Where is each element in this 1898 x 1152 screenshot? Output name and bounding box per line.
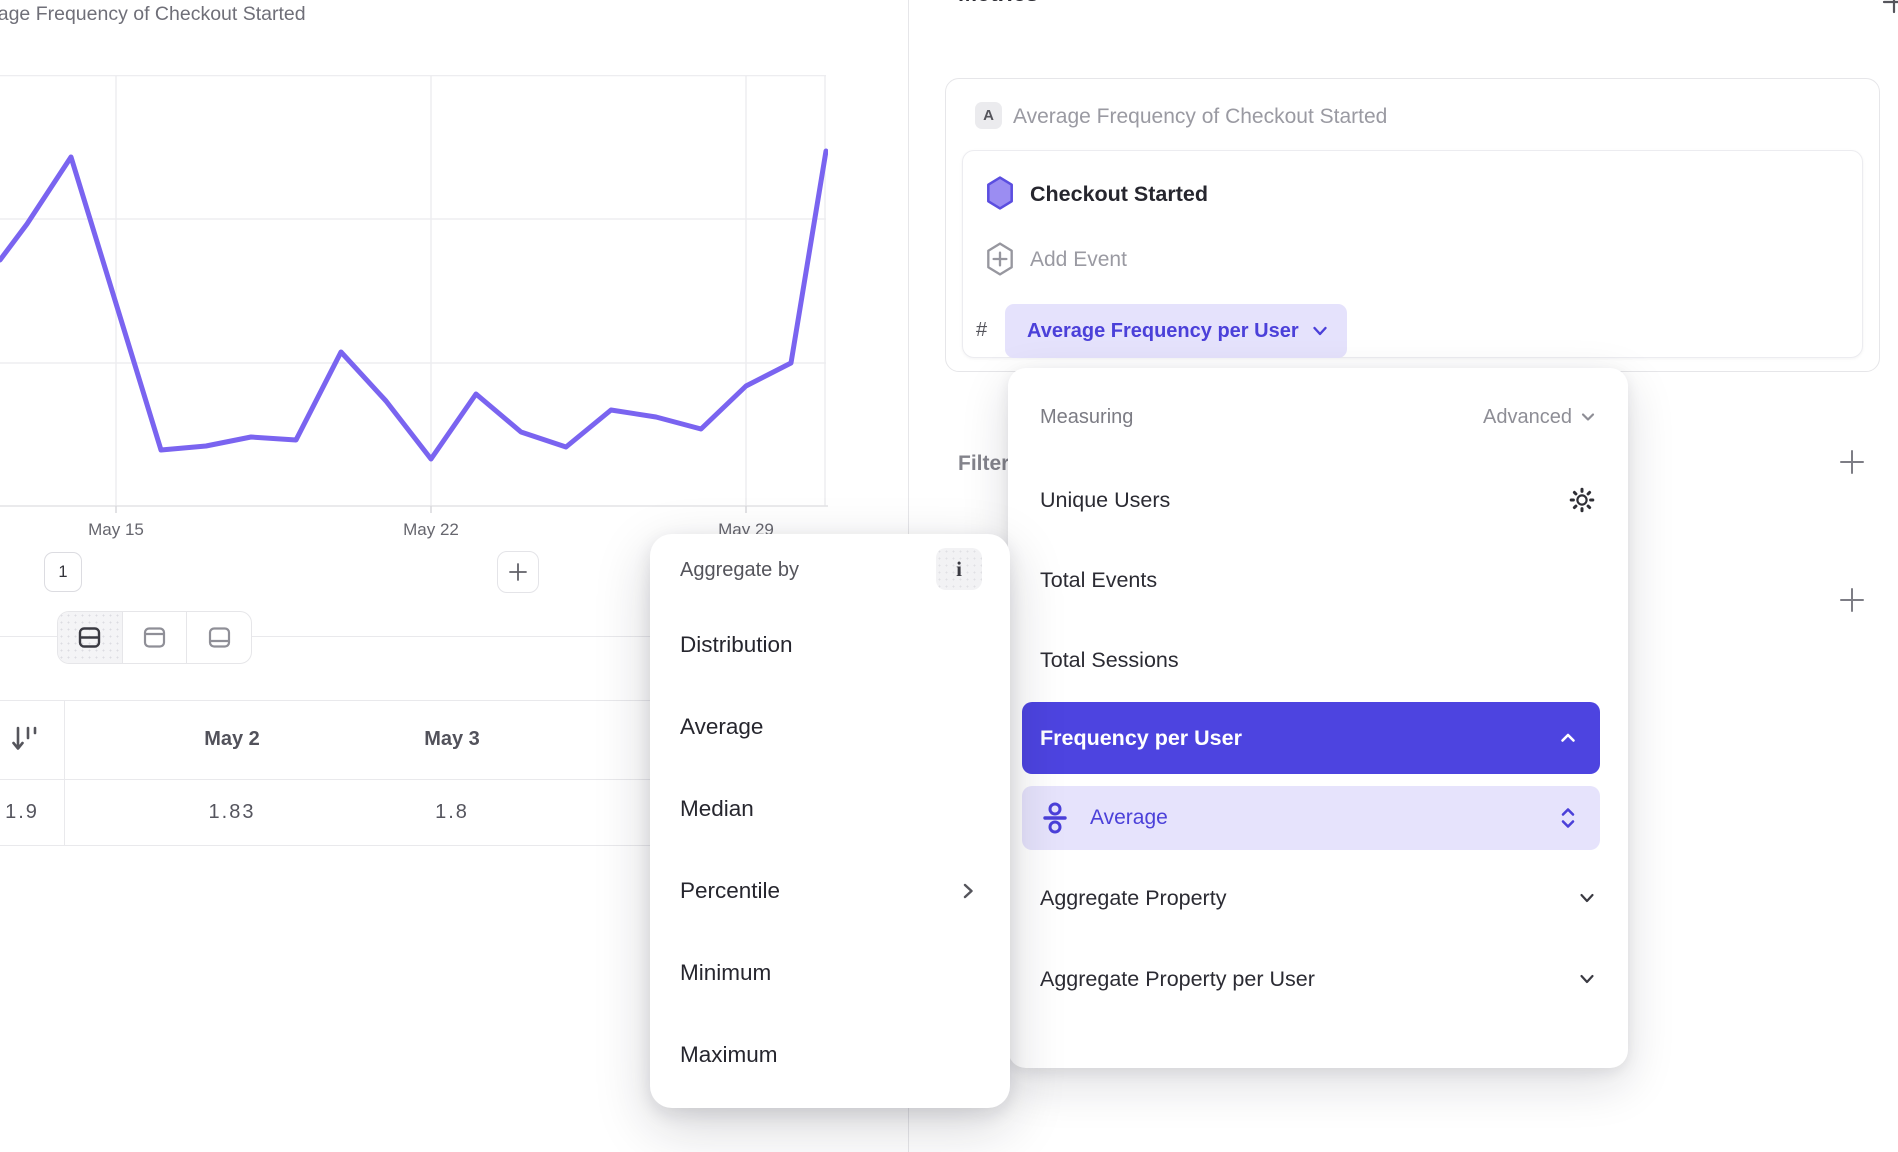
up-down-selector-icon xyxy=(1558,806,1578,830)
measuring-menu-header: Measuring Advanced xyxy=(1040,396,1596,438)
plus-icon xyxy=(1837,585,1867,615)
metric-name-field[interactable]: Average Frequency of Checkout Started xyxy=(1013,103,1387,130)
table-cell: 1.8 xyxy=(435,799,469,825)
aggregate-by-title: Aggregate by xyxy=(680,556,799,584)
chart-data-line xyxy=(0,151,826,459)
chevron-down-icon xyxy=(1311,324,1329,338)
chevron-right-icon xyxy=(961,881,975,901)
event-name[interactable]: Checkout Started xyxy=(1030,180,1208,208)
view-toggle xyxy=(57,611,252,664)
chart-title-clip: Average Frequency of Checkout Started xyxy=(0,0,740,32)
table-header-may2[interactable]: May 2 xyxy=(204,726,260,752)
add-breakdown-button[interactable] xyxy=(1836,584,1868,616)
table-cell: 1.83 xyxy=(209,799,256,825)
measuring-mode-label: Advanced xyxy=(1483,406,1572,429)
line-chart xyxy=(0,75,828,515)
info-button[interactable]: i xyxy=(936,548,982,590)
measuring-mode-selector[interactable]: Advanced xyxy=(1483,406,1596,429)
aggregate-option-distribution[interactable]: Distribution xyxy=(680,624,975,666)
menu-item-total-sessions[interactable]: Total Sessions xyxy=(1040,639,1596,681)
x-axis-label: May 15 xyxy=(88,518,144,542)
menu-item-average-sub-option[interactable]: Average xyxy=(1022,786,1600,850)
aggregate-option-minimum[interactable]: Minimum xyxy=(680,952,975,994)
add-event-icon[interactable] xyxy=(985,242,1015,276)
menu-item-total-events[interactable]: Total Events xyxy=(1040,559,1596,601)
plus-icon xyxy=(1880,0,1898,16)
plus-icon xyxy=(507,561,529,583)
table-header-may3[interactable]: May 3 xyxy=(424,726,480,752)
event-hexagon-icon xyxy=(985,176,1015,210)
table-cell: 1.9 xyxy=(5,799,39,825)
menu-item-aggregate-property[interactable]: Aggregate Property xyxy=(1040,877,1596,919)
top-panel-icon xyxy=(141,624,168,651)
view-toggle-top-panel[interactable] xyxy=(122,612,187,663)
table-col-divider xyxy=(64,700,65,845)
menu-item-aggregate-property-per-user[interactable]: Aggregate Property per User xyxy=(1040,958,1596,1000)
chart-title: Average Frequency of Checkout Started xyxy=(0,0,306,28)
average-divide-icon xyxy=(1042,802,1068,834)
measurement-label: Average Frequency per User xyxy=(1027,320,1299,343)
metric-badge: A xyxy=(975,102,1002,129)
aggregate-option-median[interactable]: Median xyxy=(680,788,975,830)
aggregate-option-average[interactable]: Average xyxy=(680,706,975,748)
metrics-section-title: Metrics xyxy=(958,0,1039,7)
chevron-down-icon xyxy=(1580,411,1596,423)
view-toggle-bottom-panel[interactable] xyxy=(186,612,251,663)
chevron-down-icon xyxy=(1578,972,1596,986)
bottom-panel-icon xyxy=(206,624,233,651)
split-rows-icon xyxy=(76,624,103,651)
menu-item-unique-users[interactable]: Unique Users xyxy=(1040,479,1596,521)
add-filter-button[interactable] xyxy=(1836,446,1868,478)
app-window: Average Frequency of Checkout Started Ma… xyxy=(0,0,1898,1152)
measuring-label: Measuring xyxy=(1040,406,1133,429)
chevron-down-icon xyxy=(1578,891,1596,905)
sort-button[interactable] xyxy=(10,722,40,756)
aggregate-option-maximum[interactable]: Maximum xyxy=(680,1034,975,1076)
gear-icon[interactable] xyxy=(1568,486,1596,514)
add-event-button[interactable]: Add Event xyxy=(1030,246,1127,274)
plus-icon xyxy=(1837,447,1867,477)
chevron-up-icon xyxy=(1558,731,1578,745)
menu-item-frequency-per-user-selected[interactable]: Frequency per User xyxy=(1022,702,1600,774)
sort-descending-icon xyxy=(10,722,40,756)
x-axis-label: May 22 xyxy=(403,518,459,542)
info-icon: i xyxy=(956,557,962,582)
add-metric-button[interactable] xyxy=(1880,0,1898,16)
view-toggle-split-rows[interactable] xyxy=(58,612,122,663)
add-segment-button[interactable] xyxy=(497,551,539,593)
filter-section-label: Filter xyxy=(958,450,1009,478)
interval-input[interactable]: 1 xyxy=(44,552,82,592)
aggregate-option-percentile[interactable]: Percentile xyxy=(680,870,975,912)
measurement-selector[interactable]: Average Frequency per User xyxy=(1005,304,1347,358)
numeric-operator-symbol: # xyxy=(976,317,987,343)
